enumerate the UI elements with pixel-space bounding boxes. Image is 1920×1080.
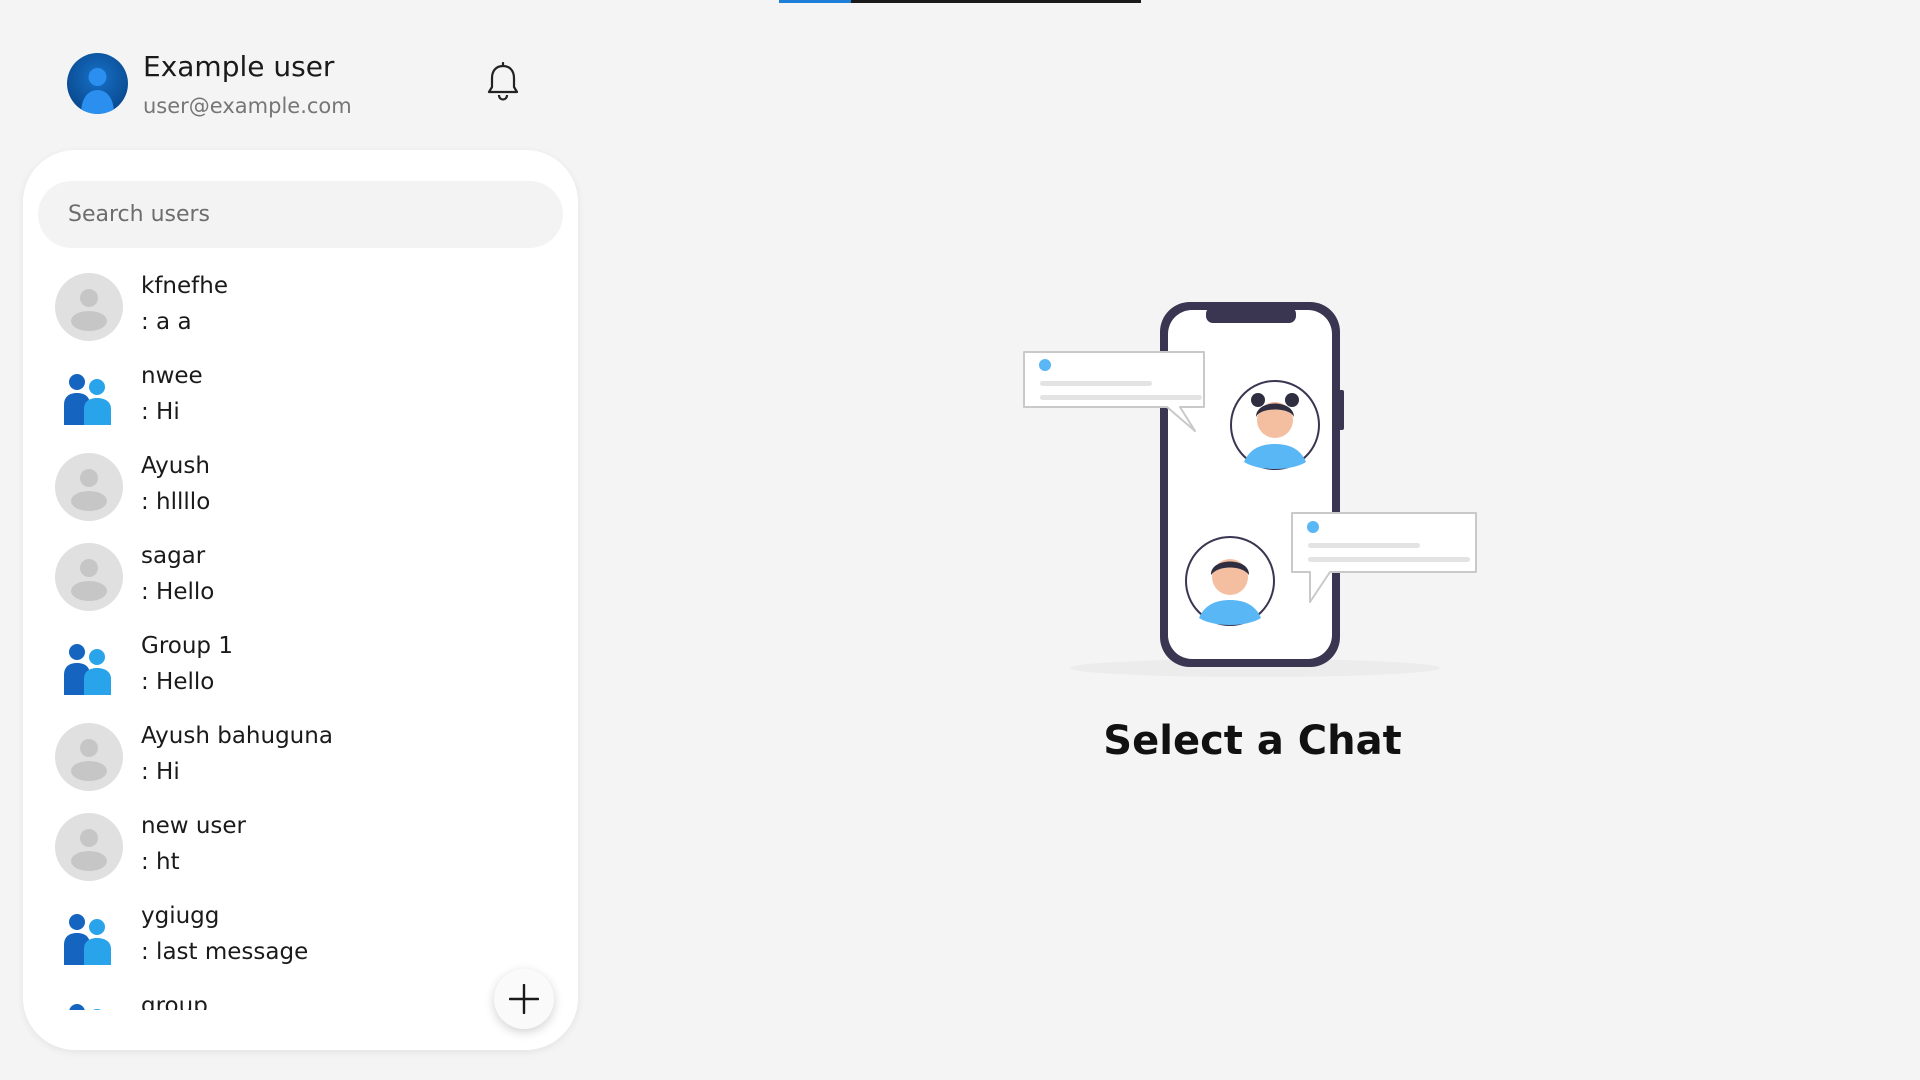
user-avatar-icon <box>55 813 123 881</box>
group-avatar-icon <box>55 633 123 701</box>
chat-name: group <box>141 993 208 1010</box>
chat-last-message: : a a <box>141 309 192 335</box>
chat-name: Group 1 <box>141 633 233 659</box>
loading-bar <box>779 0 1141 3</box>
group-avatar-icon <box>55 903 123 971</box>
chat-last-message: : Hi <box>141 759 180 785</box>
profile-name: Example user <box>143 50 335 83</box>
user-avatar-icon[interactable] <box>67 53 128 114</box>
chat-name: sagar <box>141 543 206 569</box>
empty-state-title: Select a Chat <box>1103 718 1402 764</box>
chat-list-item[interactable]: nwee : Hi <box>23 355 578 445</box>
chat-name: kfnefhe <box>141 273 228 299</box>
plus-icon <box>509 984 539 1014</box>
chat-list-item[interactable]: kfnefhe : a a <box>23 265 578 355</box>
chat-name: new user <box>141 813 247 839</box>
user-avatar-icon <box>55 273 123 341</box>
chat-last-message: : Hello <box>141 669 215 695</box>
user-avatar-icon <box>55 723 123 791</box>
chat-list-item[interactable]: Ayush : hllllo <box>23 445 578 535</box>
user-avatar-icon <box>55 453 123 521</box>
chat-name: ygiugg <box>141 903 220 929</box>
chat-list: kfnefhe : a a nwee : Hi Ayush : hllllo sagar : … <box>23 265 578 1010</box>
group-avatar-icon <box>55 363 123 431</box>
chat-name: Ayush <box>141 453 210 479</box>
chat-name: Ayush bahuguna <box>141 723 333 749</box>
phone-chat-illustration <box>1020 295 1490 685</box>
chat-list-item[interactable]: new user : ht <box>23 805 578 895</box>
chat-last-message: : Hi <box>141 399 180 425</box>
profile-email: user@example.com <box>143 94 352 118</box>
chat-last-message: : last message <box>141 939 309 965</box>
chat-list-item[interactable]: sagar : Hello <box>23 535 578 625</box>
chat-list-item[interactable]: ygiugg : last message <box>23 895 578 985</box>
search-input[interactable] <box>38 181 563 248</box>
chat-last-message: : ht <box>141 849 180 875</box>
chat-sidebar: kfnefhe : a a nwee : Hi Ayush : hllllo sagar : … <box>23 150 578 1050</box>
group-avatar-icon <box>55 993 123 1010</box>
chat-last-message: : hllllo <box>141 489 211 515</box>
chat-last-message: : Hello <box>141 579 215 605</box>
chat-list-item[interactable]: Ayush bahuguna : Hi <box>23 715 578 805</box>
loading-bar-fill <box>779 0 852 3</box>
profile-header: Example user user@example.com <box>67 50 527 120</box>
chat-list-item[interactable]: Group 1 : Hello <box>23 625 578 715</box>
bell-icon[interactable] <box>486 61 520 102</box>
new-chat-button[interactable] <box>494 969 554 1029</box>
user-avatar-icon <box>55 543 123 611</box>
chat-name: nwee <box>141 363 203 389</box>
